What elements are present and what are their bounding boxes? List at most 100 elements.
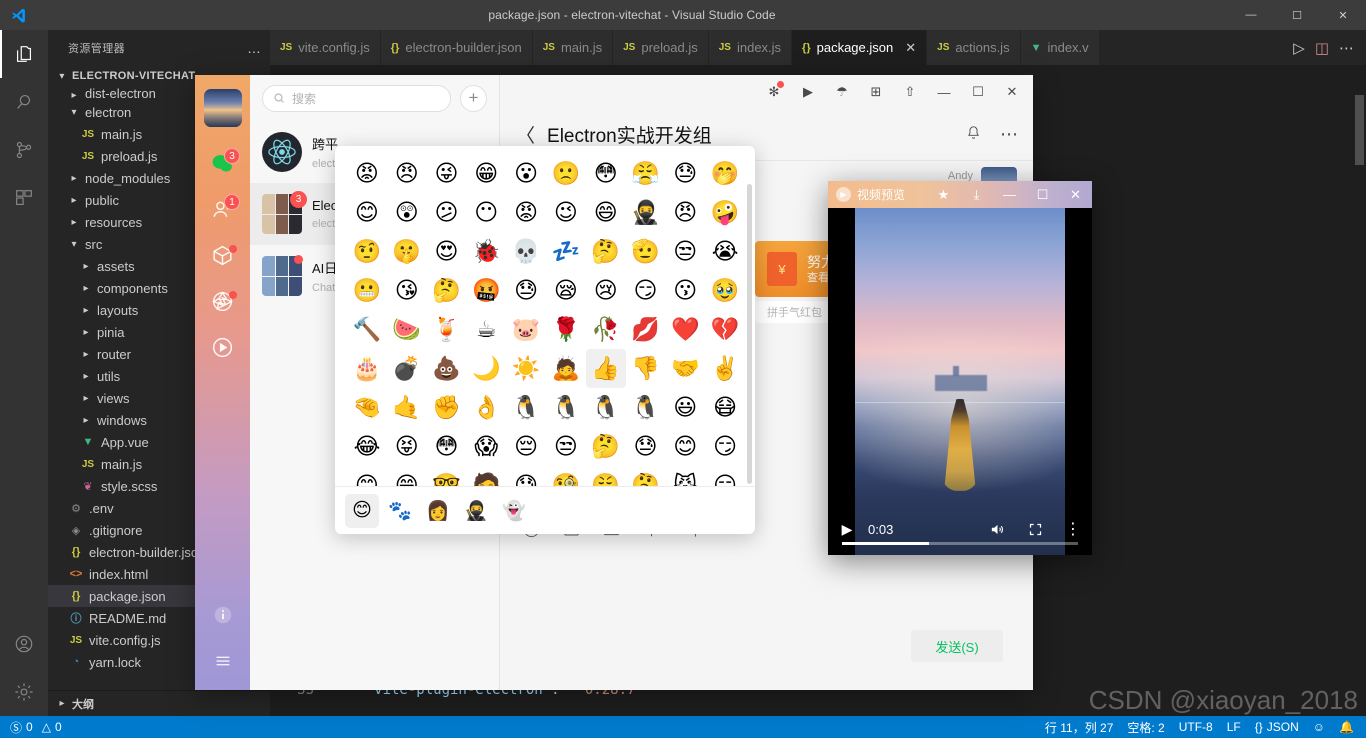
channels-icon[interactable]: ▶ (791, 75, 825, 109)
emoji-cell[interactable]: 😉 (546, 193, 586, 232)
emoji-cell[interactable]: 😡 (347, 154, 387, 193)
editor-scrollbar[interactable] (1352, 65, 1366, 716)
emoji-cell[interactable]: 😓 (665, 154, 705, 193)
hamburger-icon[interactable] (195, 638, 250, 684)
video-progress-bar[interactable] (842, 542, 1078, 545)
status-feedback-smiley-icon[interactable]: ☺ (1313, 720, 1325, 734)
emoji-cell[interactable]: 👎 (626, 349, 666, 388)
emoji-cell[interactable]: 😔 (506, 427, 546, 466)
emoji-cell[interactable]: 🫡 (626, 232, 666, 271)
add-button[interactable]: + (460, 84, 487, 112)
emoji-cell[interactable]: 😗 (665, 271, 705, 310)
emoji-cell[interactable]: 😱 (466, 427, 506, 466)
activity-explorer-icon[interactable] (0, 30, 48, 78)
status-cursor-position[interactable]: 行 11，列 27 (1045, 719, 1113, 736)
emoji-cell[interactable]: 😄 (586, 193, 626, 232)
explorer-more-icon[interactable]: … (247, 40, 262, 56)
stickers-tab-1[interactable]: 👩 (421, 494, 455, 528)
emoji-cell[interactable]: 🥷 (626, 193, 666, 232)
emoji-cell[interactable]: 😡 (506, 193, 546, 232)
favorites-tab[interactable]: 🐾 (383, 494, 417, 528)
close-icon[interactable]: ✕ (995, 75, 1029, 109)
emoji-cell[interactable]: 😝 (387, 427, 427, 466)
emoji-cell[interactable]: 😍 (427, 232, 467, 271)
emoji-cell[interactable]: 🤝 (665, 349, 705, 388)
emoji-cell[interactable]: 🙇 (546, 349, 586, 388)
emoji-cell[interactable]: 😢 (586, 271, 626, 310)
emoji-cell[interactable]: 🤙 (387, 388, 427, 427)
emoji-cell[interactable]: 🤔 (586, 232, 626, 271)
emoji-cell[interactable]: 😼 (665, 466, 705, 487)
emoji-cell[interactable]: 😏 (626, 271, 666, 310)
download-icon[interactable]: ⤓ (960, 181, 993, 208)
emoji-cell[interactable]: 😘 (387, 271, 427, 310)
emoji-cell[interactable]: 😶 (466, 193, 506, 232)
status-problems[interactable]: Ⓢ 0 △ 0 (0, 719, 62, 736)
emoji-cell[interactable]: 😓 (506, 466, 546, 487)
emoji-cell[interactable]: 🐷 (506, 310, 546, 349)
emoji-cell[interactable]: 🐧 (586, 388, 626, 427)
emoji-cell[interactable]: ✌️ (705, 349, 745, 388)
status-encoding[interactable]: UTF-8 (1179, 720, 1213, 734)
emoji-cell[interactable]: 🐧 (546, 388, 586, 427)
emoji-cell[interactable]: 😠 (665, 193, 705, 232)
emoji-cell[interactable]: 😊 (665, 427, 705, 466)
close-icon[interactable]: ✕ (1059, 181, 1092, 208)
activity-settings-gear-icon[interactable] (0, 668, 48, 716)
emoji-cell[interactable]: 😂 (347, 427, 387, 466)
favorite-icon[interactable]: ★ (927, 181, 960, 208)
emoji-cell[interactable]: 😏 (705, 466, 745, 487)
emoji-cell[interactable]: 💩 (427, 349, 467, 388)
moments-icon[interactable]: ✻ (757, 75, 791, 109)
emoji-cell[interactable]: 🤭 (705, 154, 745, 193)
emoji-cell[interactable]: 🐧 (506, 388, 546, 427)
minimize-icon[interactable]: — (927, 75, 961, 109)
search-input[interactable]: 搜索 (262, 84, 451, 112)
status-indentation[interactable]: 空格: 2 (1127, 719, 1164, 736)
emoji-scrollbar[interactable] (747, 184, 752, 484)
emoji-cell[interactable]: 🤬 (466, 271, 506, 310)
emoji-cell[interactable]: 😪 (546, 271, 586, 310)
rail-item-contacts[interactable]: 1 (195, 189, 250, 235)
activity-search-icon[interactable] (0, 78, 48, 126)
run-icon[interactable]: ▷ (1293, 39, 1305, 57)
emoji-cell[interactable]: 😊 (347, 466, 387, 487)
editor-tab[interactable]: JS vite.config.js (270, 30, 381, 65)
video-stage[interactable]: ▶ 0:03 ⋮ (828, 208, 1092, 555)
editor-tab[interactable]: JS preload.js (613, 30, 709, 65)
emoji-cell[interactable]: 🐞 (466, 232, 506, 271)
emoji-cell[interactable]: 😳 (586, 154, 626, 193)
mini-programs-icon[interactable]: ⊞ (859, 75, 893, 109)
editor-tab[interactable]: JS index.js (708, 30, 793, 65)
emoji-cell[interactable]: 🔨 (347, 310, 387, 349)
maximize-icon[interactable]: ☐ (961, 75, 995, 109)
emoji-cell[interactable]: 🧑 (466, 466, 506, 487)
info-icon[interactable] (195, 592, 250, 638)
window-maximize-button[interactable]: ☐ (1274, 0, 1320, 30)
emoji-cell[interactable]: 🤏 (347, 388, 387, 427)
send-button[interactable]: 发送(S) (911, 630, 1003, 662)
window-close-button[interactable]: ✕ (1320, 0, 1366, 30)
emoji-cell[interactable]: 😜 (427, 154, 467, 193)
emoji-cell[interactable]: ☀️ (506, 349, 546, 388)
emoji-cell[interactable]: 💔 (705, 310, 745, 349)
emoji-cell[interactable]: 😠 (387, 154, 427, 193)
emoji-cell[interactable]: 😤 (626, 154, 666, 193)
emoji-cell[interactable]: 🥹 (705, 271, 745, 310)
editor-tab[interactable]: JS actions.js (927, 30, 1021, 65)
emoji-cell[interactable]: 🤓 (427, 466, 467, 487)
emoji-cell[interactable]: 👍 (585, 349, 626, 388)
emoji-cell[interactable]: 🥀 (586, 310, 626, 349)
editor-tab[interactable]: ▼ index.v (1020, 30, 1100, 65)
emoji-cell[interactable]: 🤪 (705, 193, 745, 232)
emoji-cell[interactable]: 😬 (347, 271, 387, 310)
emoji-cell[interactable]: 🐧 (626, 388, 666, 427)
emoji-cell[interactable]: 😮 (506, 154, 546, 193)
emoji-cell[interactable]: 🌹 (546, 310, 586, 349)
emoji-cell[interactable]: 💤 (546, 232, 586, 271)
emoji-cell[interactable]: 😁 (387, 466, 427, 487)
activity-source-control-icon[interactable] (0, 126, 48, 174)
emoji-cell[interactable]: 😷 (705, 388, 745, 427)
avatar[interactable] (203, 89, 242, 127)
back-icon[interactable]: 〈 (516, 121, 535, 148)
